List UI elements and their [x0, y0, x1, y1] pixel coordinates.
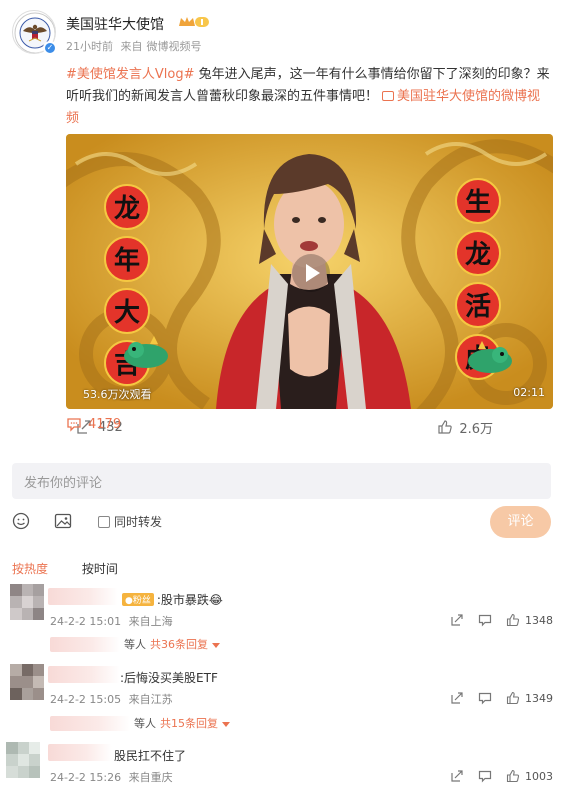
thumbs-up-icon [506, 691, 520, 705]
reply-prefix: 等人 [124, 638, 146, 651]
chevron-down-icon [212, 643, 220, 648]
comment-like-count: 1348 [525, 613, 553, 627]
comment-date: 24-2-2 15:26 [50, 771, 122, 784]
submit-comment-button[interactable]: 评论 [490, 506, 551, 538]
comment-item: ●粉丝:股市暴跌😂 24-2-2 15:01 来自上海 1348 等人 共36条… [0, 582, 563, 652]
reply-summary: 等人 共15条回复 [50, 715, 230, 731]
post-source[interactable]: 微博视频号 [147, 40, 202, 53]
commenter-avatar[interactable] [6, 742, 40, 778]
comment-sort-bar: 按热度 按时间 [12, 560, 148, 577]
sort-by-hot-tab[interactable]: 按热度 [12, 562, 48, 576]
banner-left-char-2: 年 [104, 236, 150, 282]
reply-count-text: 共36条回复 [150, 638, 208, 651]
member-crown-icon [179, 17, 209, 27]
forward-label: 同时转发 [114, 515, 163, 529]
reply-count-link[interactable]: 共15条回复 [160, 715, 230, 731]
comment-actions: 1348 [450, 613, 553, 627]
post-actions: 432 4179 2.6万 [66, 416, 553, 438]
banner-right-char-2: 龙 [455, 230, 501, 276]
comment-like-button[interactable]: 1349 [506, 691, 553, 705]
comment-icon[interactable] [478, 613, 492, 627]
comment-actions: 1003 [450, 769, 553, 783]
comment-item: 股民扛不住了 24-2-2 15:26 来自重庆 1003 [0, 740, 563, 786]
reply-prefix: 等人 [134, 717, 156, 730]
post-header: ✓ 美国驻华大使馆 21小时前 来自 微博视频号 [12, 10, 552, 58]
comment-input[interactable]: 发布你的评论 [12, 463, 551, 499]
repost-icon[interactable] [450, 691, 464, 705]
video-duration: 02:11 [513, 386, 545, 399]
post-source-prefix: 来自 [120, 40, 143, 53]
reply-count-text: 共15条回复 [160, 717, 218, 730]
video-player[interactable]: 龙 年 大 吉 生 龙 活 虎 53.6万次观看 02:11 [66, 134, 553, 409]
sort-by-time-tab[interactable]: 按时间 [82, 562, 118, 576]
reply-summary: 等人 共36条回复 [50, 636, 220, 652]
checkbox-box[interactable] [98, 515, 110, 528]
comment-text: :后悔没买美股ETF [120, 671, 218, 685]
reply-author-masked[interactable] [50, 636, 120, 652]
banner-right-char-3: 活 [455, 282, 501, 328]
comment-actions: 1349 [450, 691, 553, 705]
comment-icon[interactable] [478, 691, 492, 705]
emoji-icon[interactable] [12, 512, 30, 530]
chevron-down-icon [222, 722, 230, 727]
commenter-name-masked[interactable] [48, 666, 120, 683]
repost-icon[interactable] [450, 613, 464, 627]
comment-like-count: 1003 [525, 769, 553, 783]
forward-checkbox[interactable]: 同时转发 [98, 513, 162, 530]
fan-badge: ●粉丝 [122, 593, 154, 606]
comment-location: 来自江苏 [128, 693, 173, 706]
comment-like-button[interactable]: 1348 [506, 613, 553, 627]
post-time[interactable]: 21小时前 [66, 40, 113, 53]
thumbs-up-icon [506, 613, 520, 627]
comment-location: 来自重庆 [128, 771, 173, 784]
play-button[interactable] [292, 254, 330, 292]
comment-meta: 24-2-2 15:26 来自重庆 [50, 769, 177, 785]
comment-like-button[interactable]: 1003 [506, 769, 553, 783]
hashtag-link[interactable]: #美使馆发言人Vlog# [66, 67, 195, 82]
comment-item: :后悔没买美股ETF 24-2-2 15:05 来自江苏 1349 等人 共15… [0, 662, 563, 732]
comment-date: 24-2-2 15:01 [50, 615, 122, 628]
thumbs-up-icon [506, 769, 520, 783]
verified-badge-icon: ✓ [43, 41, 57, 55]
dragon-cartoon-icon [124, 336, 168, 368]
banner-left-char-3: 大 [104, 288, 150, 334]
comment-count: 4179 [88, 416, 122, 432]
view-count: 53.6万次观看 [83, 388, 152, 401]
comment-like-count: 1349 [525, 691, 553, 705]
composer-toolbar: 同时转发 评论 [12, 506, 551, 538]
post-meta: 21小时前 来自 微博视频号 [66, 38, 206, 54]
commenter-name-masked[interactable] [48, 744, 112, 761]
reply-count-link[interactable]: 共36条回复 [150, 636, 220, 652]
comment-button[interactable]: 4179 [66, 416, 563, 432]
account-name[interactable]: 美国驻华大使馆 [66, 14, 164, 34]
comment-location: 来自上海 [128, 615, 173, 628]
banner-right-char-1: 生 [455, 178, 501, 224]
commenter-name-masked[interactable] [48, 588, 118, 605]
comment-text: 股民扛不住了 [114, 749, 187, 763]
banner-left-char-1: 龙 [104, 184, 150, 230]
comment-icon [67, 418, 81, 432]
commenter-avatar[interactable] [10, 664, 44, 700]
comment-meta: 24-2-2 15:05 来自江苏 [50, 691, 177, 707]
repost-icon[interactable] [450, 769, 464, 783]
reply-author-masked[interactable] [50, 715, 130, 731]
comment-date: 24-2-2 15:05 [50, 693, 122, 706]
comment-text-line: ●粉丝:股市暴跌😂 [122, 591, 223, 608]
commenter-avatar[interactable] [10, 584, 44, 620]
video-link-icon [382, 91, 395, 101]
comment-meta: 24-2-2 15:01 来自上海 [50, 613, 177, 629]
dragon-cartoon-icon [468, 341, 512, 373]
comment-text: :股市暴跌😂 [156, 593, 223, 607]
image-icon[interactable] [54, 512, 72, 530]
comment-icon[interactable] [478, 769, 492, 783]
post-text: #美使馆发言人Vlog# 兔年进入尾声，这一年有什么事情给你留下了深刻的印象？来… [66, 64, 552, 130]
